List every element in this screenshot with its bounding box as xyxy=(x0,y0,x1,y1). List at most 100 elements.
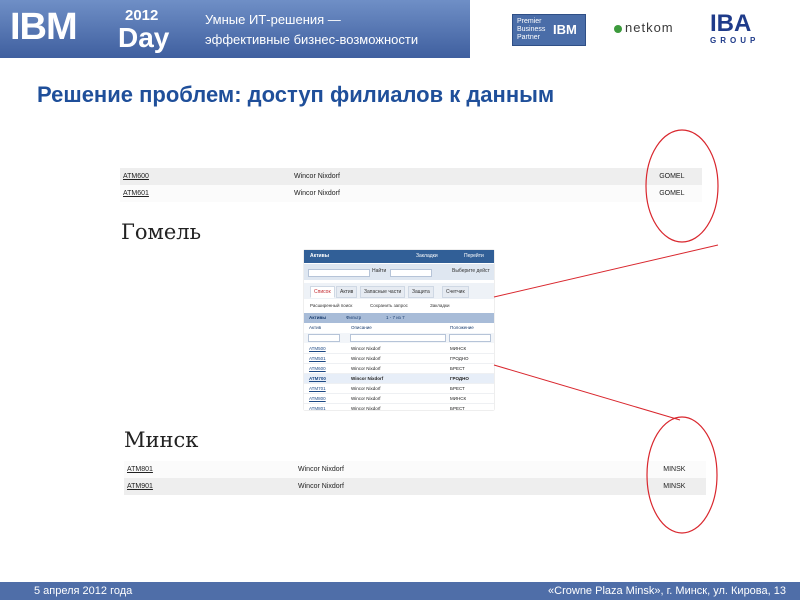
asset-link[interactable]: ATM801 xyxy=(309,406,326,410)
tab-meters[interactable]: Счетчик xyxy=(442,286,469,298)
description-cell: Wincor Nixdorf xyxy=(351,396,381,401)
column-description[interactable]: Описание xyxy=(351,325,372,330)
grid-columns: Актив Описание Положение xyxy=(304,324,494,332)
vendor-cell: Wincor Nixdorf xyxy=(295,461,661,478)
iba-logo: IBA xyxy=(710,10,752,37)
bookmarks-button[interactable]: Закладки xyxy=(430,303,449,308)
location-cell: МИНСК xyxy=(450,396,467,401)
goto-link[interactable]: Перейти xyxy=(464,253,484,259)
table-row: ATM901 Wincor Nixdorf MINSK xyxy=(124,478,706,495)
footer-bar: 5 апреля 2012 года «Crowne Plaza Minsk»,… xyxy=(0,582,800,600)
description-cell: Wincor Nixdorf xyxy=(351,386,381,391)
column-location[interactable]: Положение xyxy=(450,325,474,330)
list-item[interactable]: ATM801 Wincor Nixdorf БРЕСТ xyxy=(304,404,494,410)
list-item[interactable]: ATM800 Wincor Nixdorf МИНСК xyxy=(304,394,494,404)
description-cell: Wincor Nixdorf xyxy=(351,366,381,371)
location-cell: ГРОДНО xyxy=(450,376,469,381)
query-input[interactable] xyxy=(390,269,432,277)
advanced-search-button[interactable]: Расширенный поиск xyxy=(310,303,352,308)
location-cell: GOMEL xyxy=(656,185,702,202)
list-item[interactable]: ATM500 Wincor Nixdorf МИНСК xyxy=(304,344,494,354)
logo-day: Day xyxy=(118,22,170,53)
vendor-cell: Wincor Nixdorf xyxy=(291,168,657,185)
app-tabs: Список Актив Запасные части Защита Счетч… xyxy=(304,283,494,299)
tab-list[interactable]: Список xyxy=(310,286,335,298)
save-query-button[interactable]: Сохранить запрос xyxy=(370,303,408,308)
filter-asset-input[interactable] xyxy=(308,334,340,342)
iba-group-text: GROUP xyxy=(710,36,760,45)
gomel-assets-table: ATM600 Wincor Nixdorf GOMEL ATM601 Winco… xyxy=(120,168,702,202)
select-action[interactable]: Выберите дейст xyxy=(452,268,490,274)
maximo-screenshot: Активы Закладки Перейти Найти Выберите д… xyxy=(304,250,494,410)
list-item[interactable]: ATM700 Wincor Nixdorf ГРОДНО xyxy=(304,374,494,384)
column-asset[interactable]: Актив xyxy=(309,325,321,330)
tab-asset[interactable]: Актив xyxy=(336,286,358,298)
app-searchbar: Найти Выберите дейст xyxy=(304,264,494,280)
location-cell: ГРОДНО xyxy=(450,356,469,361)
footer-date: 5 апреля 2012 года xyxy=(34,585,133,597)
list-item[interactable]: ATM600 Wincor Nixdorf БРЕСТ xyxy=(304,364,494,374)
logo-ibm-text: IBM xyxy=(10,6,78,48)
table-row: ATM601 Wincor Nixdorf GOMEL xyxy=(120,185,702,202)
asset-link[interactable]: ATM700 xyxy=(309,376,326,381)
asset-link[interactable]: ATM501 xyxy=(309,356,326,361)
list-item[interactable]: ATM501 Wincor Nixdorf ГРОДНО xyxy=(304,354,494,364)
grid-paging: 1 - 7 из 7 xyxy=(386,315,405,320)
module-title: Активы xyxy=(310,253,329,259)
location-cell: MINSK xyxy=(660,478,706,495)
grid-title: Активы xyxy=(309,315,327,320)
netkom-mark-icon xyxy=(614,24,622,33)
grid-header: Активы Фильтр 1 - 7 из 7 xyxy=(304,313,494,323)
table-row: ATM600 Wincor Nixdorf GOMEL xyxy=(120,168,702,185)
asset-link[interactable]: ATM800 xyxy=(309,396,326,401)
header-banner: IBM 2012 Day Умные ИТ-решения — эффектив… xyxy=(0,0,800,62)
asset-link[interactable]: ATM901 xyxy=(124,478,296,495)
filter-location-input[interactable] xyxy=(449,334,491,342)
grid-filter-row xyxy=(304,333,494,343)
asset-link[interactable]: ATM500 xyxy=(309,346,326,351)
vendor-cell: Wincor Nixdorf xyxy=(291,185,657,202)
description-cell: Wincor Nixdorf xyxy=(351,346,381,351)
location-cell: МИНСК xyxy=(450,346,467,351)
connector-line-gomel xyxy=(493,244,719,298)
asset-link[interactable]: ATM801 xyxy=(124,461,296,478)
table-row: ATM801 Wincor Nixdorf MINSK xyxy=(124,461,706,478)
ibm-day-logo: IBM 2012 Day Умные ИТ-решения — эффектив… xyxy=(0,0,470,58)
partner-ibm-text: IBM xyxy=(553,22,577,37)
app-toolbar: Расширенный поиск Сохранить запрос Закла… xyxy=(304,301,494,311)
tagline-line1: Умные ИТ-решения — xyxy=(205,12,341,27)
tagline-line2: эффективные бизнес-возможности xyxy=(205,32,419,47)
description-cell: Wincor Nixdorf xyxy=(351,376,384,381)
ibm-partner-logo: Premier Business Partner IBM xyxy=(512,14,586,46)
location-cell: БРЕСТ xyxy=(450,366,465,371)
netkom-text: netkom xyxy=(625,20,674,35)
asset-link[interactable]: ATM600 xyxy=(309,366,326,371)
location-cell: GOMEL xyxy=(656,168,702,185)
description-cell: Wincor Nixdorf xyxy=(351,406,381,410)
location-cell: БРЕСТ xyxy=(450,386,465,391)
bookmarks-link[interactable]: Закладки xyxy=(416,253,438,259)
location-cell: БРЕСТ xyxy=(450,406,465,410)
asset-link[interactable]: ATM701 xyxy=(309,386,326,391)
filter-description-input[interactable] xyxy=(350,334,446,342)
list-item[interactable]: ATM701 Wincor Nixdorf БРЕСТ xyxy=(304,384,494,394)
tab-safety[interactable]: Защита xyxy=(408,286,434,298)
tab-spare-parts[interactable]: Запасные части xyxy=(360,286,406,298)
partner-text: Premier Business Partner xyxy=(517,18,546,41)
asset-link[interactable]: ATM600 xyxy=(120,168,291,185)
vendor-cell: Wincor Nixdorf xyxy=(295,478,661,495)
asset-link[interactable]: ATM601 xyxy=(120,185,291,202)
search-input[interactable] xyxy=(308,269,370,277)
description-cell: Wincor Nixdorf xyxy=(351,356,381,361)
app-topbar: Активы Закладки Перейти xyxy=(304,250,494,263)
footer-venue: «Crowne Plaza Minsk», г. Минск, ул. Киро… xyxy=(548,585,786,597)
minsk-label: Минск xyxy=(124,428,199,452)
minsk-assets-table: ATM801 Wincor Nixdorf MINSK ATM901 Winco… xyxy=(124,461,706,495)
grid-rows: ATM500 Wincor Nixdorf МИНСК ATM501 Wincor Ni… xyxy=(304,344,494,410)
search-button[interactable]: Найти xyxy=(372,268,386,274)
grid-filter[interactable]: Фильтр xyxy=(346,315,361,320)
gomel-label: Гомель xyxy=(121,220,202,244)
slide-title: Решение проблем: доступ филиалов к данны… xyxy=(37,82,555,107)
netkom-logo: netkom xyxy=(614,20,674,35)
connector-line-minsk xyxy=(493,364,681,421)
